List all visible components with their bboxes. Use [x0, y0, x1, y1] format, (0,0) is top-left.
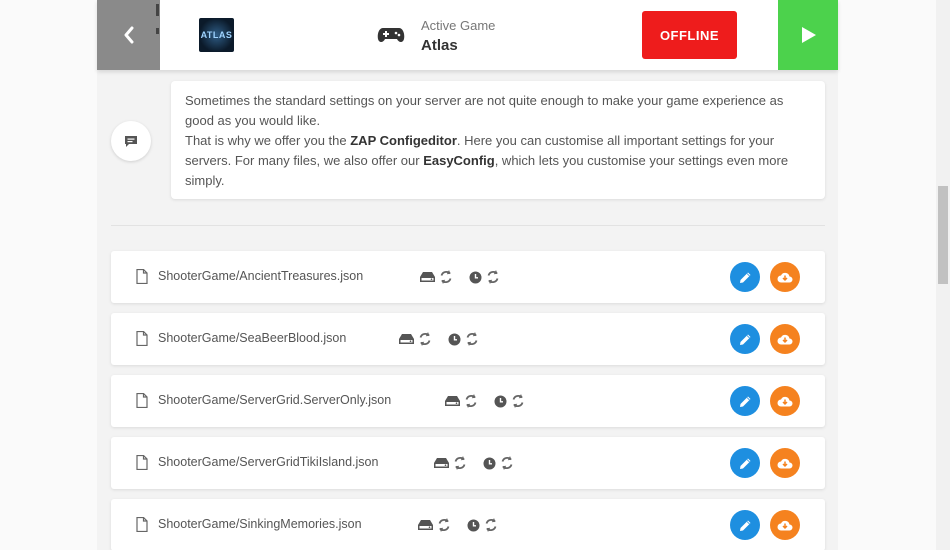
file-icon [136, 269, 148, 284]
sync-icon [501, 456, 513, 470]
config-file-name[interactable]: ShooterGame/SinkingMemories.json [158, 517, 362, 531]
edge-mark [156, 4, 159, 16]
edit-file-button[interactable] [730, 448, 760, 478]
download-file-button[interactable] [770, 262, 800, 292]
server-status-button[interactable]: OFFLINE [642, 11, 737, 59]
config-file-row[interactable]: ShooterGame/AncientTreasures.json [111, 251, 825, 303]
sync-icon [512, 394, 524, 408]
edit-file-button[interactable] [730, 386, 760, 416]
file-status-icons [420, 268, 500, 286]
config-file-name[interactable]: ShooterGame/AncientTreasures.json [158, 269, 363, 283]
hdd-icon [399, 334, 414, 344]
clock-icon [494, 395, 507, 407]
cloud-download-icon [777, 272, 793, 282]
active-game-label: Active Game [421, 18, 496, 33]
config-file-row[interactable]: ShooterGame/ServerGridTikiIsland.json [111, 437, 825, 489]
cloud-download-icon [777, 458, 793, 468]
sync-icon [485, 518, 497, 532]
sync-icon [440, 270, 452, 284]
configeditor-name: ZAP Configeditor [350, 133, 457, 148]
file-icon [136, 331, 148, 346]
config-file-name[interactable]: ShooterGame/ServerGrid.ServerOnly.json [158, 393, 391, 407]
pencil-icon [739, 272, 750, 283]
file-icon [136, 455, 148, 470]
config-file-row[interactable]: ShooterGame/ServerGrid.ServerOnly.json [111, 375, 825, 427]
sync-icon [487, 270, 499, 284]
hdd-icon [420, 272, 435, 282]
cloud-download-icon [777, 520, 793, 530]
pencil-icon [739, 396, 750, 407]
game-logo: ATLAS [199, 18, 234, 52]
sync-icon [465, 394, 477, 408]
scrollbar-thumb[interactable] [938, 186, 948, 284]
back-button[interactable] [97, 0, 160, 70]
clock-icon [467, 519, 480, 531]
gamepad-icon [377, 28, 405, 42]
download-file-button[interactable] [770, 510, 800, 540]
clock-icon [469, 271, 482, 283]
file-status-icons [399, 330, 479, 348]
download-file-button[interactable] [770, 324, 800, 354]
active-game-name: Atlas [421, 37, 458, 54]
config-file-name[interactable]: ShooterGame/ServerGridTikiIsland.json [158, 455, 378, 469]
download-file-button[interactable] [770, 386, 800, 416]
easyconfig-name: EasyConfig [423, 153, 495, 168]
clock-icon [448, 333, 461, 345]
sync-icon [419, 332, 431, 346]
pencil-icon [739, 458, 750, 469]
file-status-icons [445, 392, 525, 410]
sync-icon [454, 456, 466, 470]
game-logo-text: ATLAS [200, 30, 233, 40]
sync-icon [438, 518, 450, 532]
edit-file-button[interactable] [730, 324, 760, 354]
hdd-icon [434, 458, 449, 468]
pencil-icon [739, 334, 750, 345]
cloud-download-icon [777, 396, 793, 406]
pencil-icon [739, 520, 750, 531]
start-server-button[interactable] [778, 0, 838, 70]
download-file-button[interactable] [770, 448, 800, 478]
info-text-1: Sometimes the standard settings on your … [185, 93, 784, 128]
config-info-box: Sometimes the standard settings on your … [171, 81, 825, 199]
edge-mark [156, 28, 159, 34]
clock-icon [483, 457, 496, 469]
page-scrollbar[interactable] [936, 0, 950, 550]
file-status-icons [418, 516, 498, 534]
config-file-row[interactable]: ShooterGame/SinkingMemories.json [111, 499, 825, 550]
cloud-download-icon [777, 334, 793, 344]
file-icon [136, 393, 148, 408]
sync-icon [466, 332, 478, 346]
file-status-icons [434, 454, 514, 472]
info-comment-badge [111, 121, 151, 161]
config-file-row[interactable]: ShooterGame/SeaBeerBlood.json [111, 313, 825, 365]
info-text-2-start: That is why we offer you the [185, 133, 351, 148]
config-file-name[interactable]: ShooterGame/SeaBeerBlood.json [158, 331, 346, 345]
file-icon [136, 517, 148, 532]
hdd-icon [445, 396, 460, 406]
edit-file-button[interactable] [730, 510, 760, 540]
play-icon [802, 27, 816, 43]
edit-file-button[interactable] [730, 262, 760, 292]
section-divider [111, 225, 825, 226]
chevron-left-icon [124, 26, 133, 44]
comment-icon [125, 135, 137, 147]
game-header: ATLAS Active Game Atlas OFFLINE [97, 0, 838, 70]
info-text-2: That is why we offer you the ZAP Confige… [185, 131, 811, 191]
hdd-icon [418, 520, 433, 530]
